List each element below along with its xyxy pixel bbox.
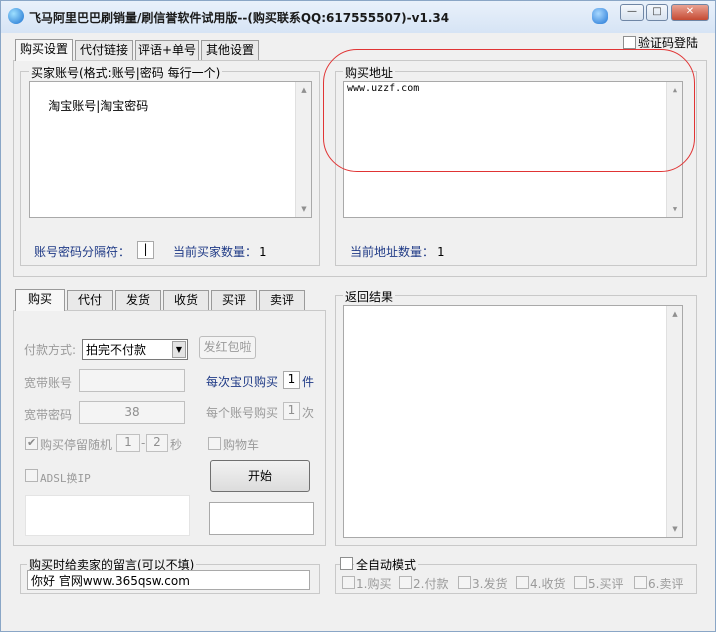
app-icon	[8, 8, 24, 24]
payment-method-label: 付款方式:	[24, 343, 77, 357]
seller-message-value: 你好 官网www.365qsw.com	[31, 574, 190, 588]
scroll-up-arrow[interactable]: ▲	[667, 306, 682, 322]
red-packet-button[interactable]: 发红包啦	[199, 336, 256, 359]
auto-step-buyer-review-checkbox[interactable]	[574, 576, 587, 589]
window-title: 飞马阿里巴巴刷销量/刷信誉软件试用版--(购买联系QQ:617555507)-v…	[29, 11, 450, 25]
buy-address-scrollbar[interactable]: ▲ ▼	[666, 82, 682, 217]
tab-payment-link[interactable]: 代付链接	[75, 40, 133, 60]
auto-step-receive-label: 4.收货	[530, 577, 566, 591]
title-bar: 飞马阿里巴巴刷销量/刷信誉软件试用版--(购买联系QQ:617555507)-v…	[1, 1, 715, 33]
return-result-scrollbar[interactable]: ▲ ▼	[666, 306, 682, 537]
address-count-label: 当前地址数量：	[350, 245, 435, 259]
tab-buyer-review[interactable]: 买评	[211, 290, 257, 310]
separator-label: 账号密码分隔符：	[34, 245, 131, 259]
auto-mode-label: 全自动模式	[354, 556, 419, 573]
chevron-down-icon[interactable]: ▼	[172, 341, 186, 358]
per-account-unit: 次	[302, 406, 315, 420]
minimize-button[interactable]: —	[620, 4, 644, 21]
tab-ship[interactable]: 发货	[115, 290, 161, 310]
tab-purchase-settings[interactable]: 购买设置	[15, 39, 73, 61]
auto-step-pay-label: 2.付款	[413, 577, 449, 591]
address-count-value: 1	[437, 245, 445, 259]
skin-icon[interactable]	[592, 8, 608, 24]
buyer-count-value: 1	[259, 245, 267, 259]
maximize-button[interactable]: □	[646, 4, 668, 21]
auto-step-buy-checkbox[interactable]	[342, 576, 355, 589]
scroll-up-arrow[interactable]: ▲	[296, 82, 311, 98]
buyer-account-textarea[interactable]: 淘宝账号|淘宝密码 ▲ ▼	[29, 81, 312, 218]
per-item-unit: 件	[302, 375, 315, 389]
pause-separator: -	[141, 436, 146, 450]
buyer-account-title: 买家账号(格式:账号|密码 每行一个)	[29, 64, 223, 81]
return-result-textarea[interactable]: ▲ ▼	[343, 305, 683, 538]
auto-step-seller-review-label: 6.卖评	[648, 577, 684, 591]
buyer-account-text: 淘宝账号|淘宝密码	[48, 99, 149, 113]
auto-mode-checkbox[interactable]	[340, 557, 353, 570]
random-pause-label: 购买停留随机	[40, 438, 113, 452]
buyer-account-scrollbar[interactable]: ▲ ▼	[295, 82, 311, 217]
per-account-input[interactable]: 1	[283, 402, 300, 420]
tab-seller-review[interactable]: 卖评	[259, 290, 305, 310]
auto-step-receive-checkbox[interactable]	[516, 576, 529, 589]
app-window: 飞马阿里巴巴刷销量/刷信誉软件试用版--(购买联系QQ:617555507)-v…	[0, 0, 716, 632]
seller-message-input[interactable]: 你好 官网www.365qsw.com	[27, 570, 310, 590]
auto-step-ship-label: 3.发货	[472, 577, 508, 591]
per-account-label: 每个账号购买	[206, 406, 279, 420]
cart-checkbox[interactable]	[208, 437, 221, 450]
pause-min-input[interactable]: 1	[116, 434, 140, 452]
checkmark-icon: ✔	[27, 436, 37, 449]
pause-max-input[interactable]: 2	[146, 434, 168, 452]
auto-step-buy-label: 1.购买	[356, 577, 392, 591]
auto-step-pay-checkbox[interactable]	[399, 576, 412, 589]
tab-buy[interactable]: 购买	[15, 289, 65, 311]
tab-other-settings[interactable]: 其他设置	[201, 40, 259, 60]
broadband-password-label: 宽带密码	[24, 408, 73, 422]
pause-unit: 秒	[170, 438, 183, 452]
tab-receive[interactable]: 收货	[163, 290, 209, 310]
scroll-down-arrow[interactable]: ▼	[667, 201, 682, 217]
buy-address-text: www.uzzf.com	[347, 83, 420, 94]
random-pause-checkbox[interactable]: ✔	[25, 436, 38, 450]
adsl-label: ADSL换IP	[40, 472, 91, 485]
close-button[interactable]: ✕	[671, 4, 709, 21]
auto-step-ship-checkbox[interactable]	[458, 576, 471, 589]
tab-comments-tracking[interactable]: 评语+单号	[135, 40, 199, 60]
buy-address-textarea[interactable]: www.uzzf.com ▲ ▼	[343, 81, 683, 218]
return-result-title: 返回结果	[343, 288, 396, 305]
cart-label: 购物车	[223, 438, 260, 452]
buy-address-title: 购买地址	[343, 64, 396, 81]
status-box-right	[209, 502, 314, 535]
auto-step-buyer-review-label: 5.买评	[588, 577, 624, 591]
start-button[interactable]: 开始	[210, 460, 310, 492]
broadband-account-label: 宽带账号	[24, 376, 73, 390]
broadband-password-input[interactable]: 38	[79, 401, 185, 424]
scroll-up-arrow[interactable]: ▲	[667, 82, 682, 98]
payment-method-select[interactable]: 拍完不付款 ▼	[82, 339, 188, 360]
payment-method-value: 拍完不付款	[86, 343, 147, 357]
tab-pay[interactable]: 代付	[67, 290, 113, 310]
captcha-login-label: 验证码登陆	[638, 36, 699, 50]
broadband-account-input[interactable]	[79, 369, 185, 392]
scroll-down-arrow[interactable]: ▼	[296, 201, 311, 217]
buyer-count-label: 当前买家数量：	[173, 245, 258, 259]
per-item-label: 每次宝贝购买	[206, 375, 279, 389]
auto-step-seller-review-checkbox[interactable]	[634, 576, 647, 589]
per-item-input[interactable]: 1	[283, 371, 300, 389]
scroll-down-arrow[interactable]: ▼	[667, 521, 682, 537]
adsl-checkbox[interactable]	[25, 469, 38, 482]
captcha-login-checkbox[interactable]	[623, 36, 636, 49]
status-box-left	[25, 495, 190, 536]
separator-input[interactable]: |	[137, 241, 154, 259]
